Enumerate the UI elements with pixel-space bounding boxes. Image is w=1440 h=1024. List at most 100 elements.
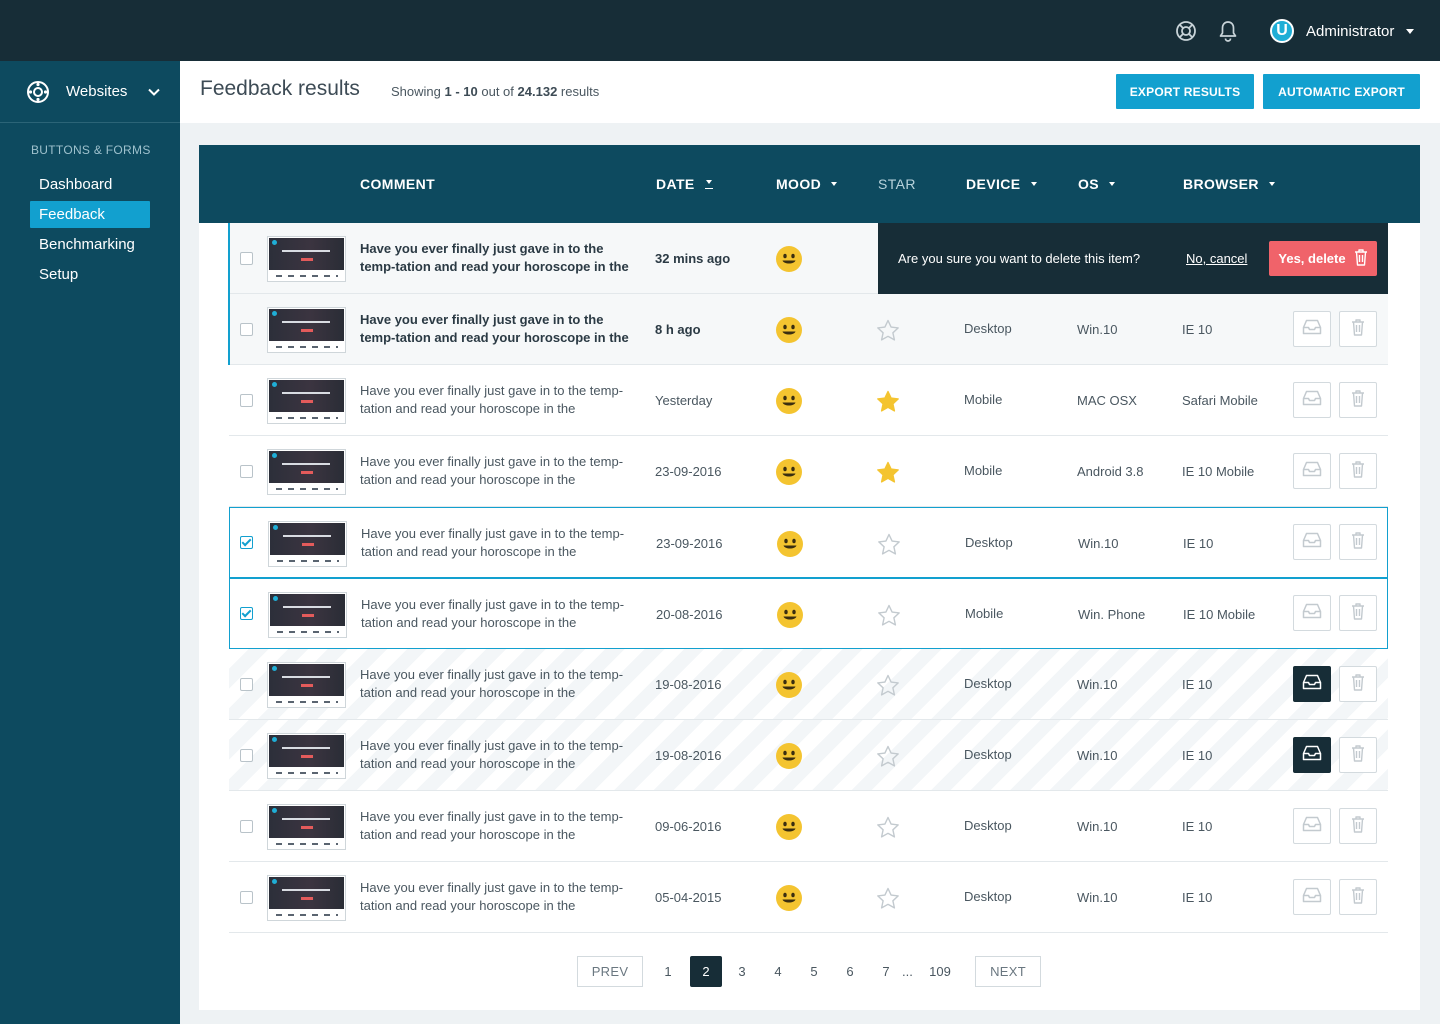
table-row[interactable]: Have you ever finally just gave in to th…	[229, 365, 1388, 436]
screenshot-thumbnail[interactable]	[268, 592, 347, 638]
archive-button[interactable]	[1293, 382, 1331, 418]
star-filled-icon[interactable]	[876, 390, 900, 412]
archive-button[interactable]	[1293, 311, 1331, 347]
star-outline-icon[interactable]	[876, 816, 900, 838]
archive-button[interactable]	[1293, 524, 1331, 560]
page-1[interactable]: 1	[652, 956, 684, 987]
chevron-down-icon	[1030, 182, 1037, 186]
bell-icon[interactable]	[1216, 19, 1240, 43]
comment-text[interactable]: Have you ever finally just gave in to th…	[361, 596, 641, 632]
archive-button[interactable]	[1293, 879, 1331, 915]
column-device-filter[interactable]: DEVICE	[966, 176, 1037, 192]
comment-text[interactable]: Have you ever finally just gave in to th…	[360, 240, 640, 276]
delete-button[interactable]	[1339, 666, 1377, 702]
row-checkbox[interactable]	[240, 749, 253, 762]
row-checkbox[interactable]	[240, 394, 253, 407]
row-checkbox[interactable]	[240, 536, 253, 549]
table-row[interactable]: Have you ever finally just gave in to th…	[228, 223, 1388, 294]
archive-button[interactable]	[1293, 595, 1331, 631]
page-7[interactable]: 7	[870, 956, 902, 987]
delete-button[interactable]	[1339, 737, 1377, 773]
screenshot-thumbnail[interactable]	[267, 662, 346, 708]
delete-button[interactable]	[1339, 382, 1377, 418]
screenshot-thumbnail[interactable]	[267, 307, 346, 353]
row-checkbox[interactable]	[240, 891, 253, 904]
star-outline-icon[interactable]	[876, 319, 900, 341]
star-filled-icon[interactable]	[876, 461, 900, 483]
row-checkbox[interactable]	[240, 820, 253, 833]
column-mood-filter[interactable]: MOOD	[776, 176, 838, 192]
column-star: STAR	[878, 176, 916, 192]
row-checkbox[interactable]	[240, 252, 253, 265]
screenshot-thumbnail[interactable]	[267, 449, 346, 495]
website-switcher[interactable]: Websites	[0, 61, 180, 123]
column-browser-filter[interactable]: BROWSER	[1183, 176, 1275, 192]
screenshot-thumbnail[interactable]	[267, 378, 346, 424]
delete-button[interactable]	[1339, 311, 1377, 347]
sidebar-item-setup[interactable]: Setup	[30, 261, 150, 288]
star-outline-icon[interactable]	[877, 533, 901, 555]
comment-text[interactable]: Have you ever finally just gave in to th…	[360, 808, 640, 844]
page-5[interactable]: 5	[798, 956, 830, 987]
star-outline-icon[interactable]	[876, 745, 900, 767]
delete-button[interactable]	[1339, 879, 1377, 915]
delete-button[interactable]	[1339, 808, 1377, 844]
comment-text[interactable]: Have you ever finally just gave in to th…	[361, 525, 641, 561]
comment-text[interactable]: Have you ever finally just gave in to th…	[360, 453, 640, 489]
row-checkbox[interactable]	[240, 465, 253, 478]
table-row[interactable]: Have you ever finally just gave in to th…	[229, 507, 1388, 578]
smiley-icon	[775, 387, 803, 415]
delete-button[interactable]	[1339, 524, 1377, 560]
device-text: Mobile	[965, 606, 1004, 621]
row-checkbox[interactable]	[240, 678, 253, 691]
table-row[interactable]: Have you ever finally just gave in to th…	[229, 578, 1388, 649]
page-3[interactable]: 3	[726, 956, 758, 987]
comment-text[interactable]: Have you ever finally just gave in to th…	[360, 737, 640, 773]
column-os-filter[interactable]: OS	[1078, 176, 1116, 192]
confirm-delete-button[interactable]: Yes, delete	[1269, 241, 1377, 276]
table-row[interactable]: Have you ever finally just gave in to th…	[229, 720, 1388, 791]
next-page-button[interactable]: NEXT	[975, 956, 1041, 987]
archive-button[interactable]	[1293, 737, 1331, 773]
user-menu[interactable]: U Administrator	[1270, 19, 1415, 43]
prev-page-button[interactable]: PREV	[577, 956, 643, 987]
screenshot-thumbnail[interactable]	[267, 875, 346, 921]
star-outline-icon[interactable]	[876, 887, 900, 909]
column-date-sort[interactable]: DATE	[656, 176, 713, 192]
export-results-button[interactable]: EXPORT RESULTS	[1116, 74, 1254, 109]
comment-text[interactable]: Have you ever finally just gave in to th…	[360, 382, 640, 418]
star-outline-icon[interactable]	[877, 604, 901, 626]
automatic-export-button[interactable]: AUTOMATIC EXPORT	[1263, 74, 1420, 109]
cancel-delete-link[interactable]: No, cancel	[1186, 251, 1247, 266]
page-4[interactable]: 4	[762, 956, 794, 987]
table-row[interactable]: Have you ever finally just gave in to th…	[228, 294, 1388, 365]
page-2[interactable]: 2	[690, 956, 722, 987]
sidebar-item-dashboard[interactable]: Dashboard	[30, 171, 150, 198]
table-row[interactable]: Have you ever finally just gave in to th…	[229, 862, 1388, 933]
inbox-icon	[1302, 319, 1322, 340]
screenshot-thumbnail[interactable]	[267, 804, 346, 850]
comment-text[interactable]: Have you ever finally just gave in to th…	[360, 666, 640, 702]
table-row[interactable]: Have you ever finally just gave in to th…	[229, 791, 1388, 862]
sidebar-item-feedback[interactable]: Feedback	[30, 201, 150, 228]
row-checkbox[interactable]	[240, 607, 253, 620]
comment-text[interactable]: Have you ever finally just gave in to th…	[360, 311, 640, 347]
trash-icon	[1351, 318, 1365, 341]
row-checkbox[interactable]	[240, 323, 253, 336]
page-last[interactable]: 109	[923, 956, 957, 987]
screenshot-thumbnail[interactable]	[267, 733, 346, 779]
screenshot-thumbnail[interactable]	[267, 236, 346, 282]
star-outline-icon[interactable]	[876, 674, 900, 696]
comment-text[interactable]: Have you ever finally just gave in to th…	[360, 879, 640, 915]
delete-button[interactable]	[1339, 595, 1377, 631]
archive-button[interactable]	[1293, 453, 1331, 489]
sidebar-item-benchmarking[interactable]: Benchmarking	[30, 231, 150, 258]
archive-button[interactable]	[1293, 808, 1331, 844]
lifebuoy-icon[interactable]	[1174, 19, 1198, 43]
archive-button[interactable]	[1293, 666, 1331, 702]
screenshot-thumbnail[interactable]	[268, 521, 347, 567]
table-row[interactable]: Have you ever finally just gave in to th…	[229, 436, 1388, 507]
delete-button[interactable]	[1339, 453, 1377, 489]
table-row[interactable]: Have you ever finally just gave in to th…	[229, 649, 1388, 720]
page-6[interactable]: 6	[834, 956, 866, 987]
